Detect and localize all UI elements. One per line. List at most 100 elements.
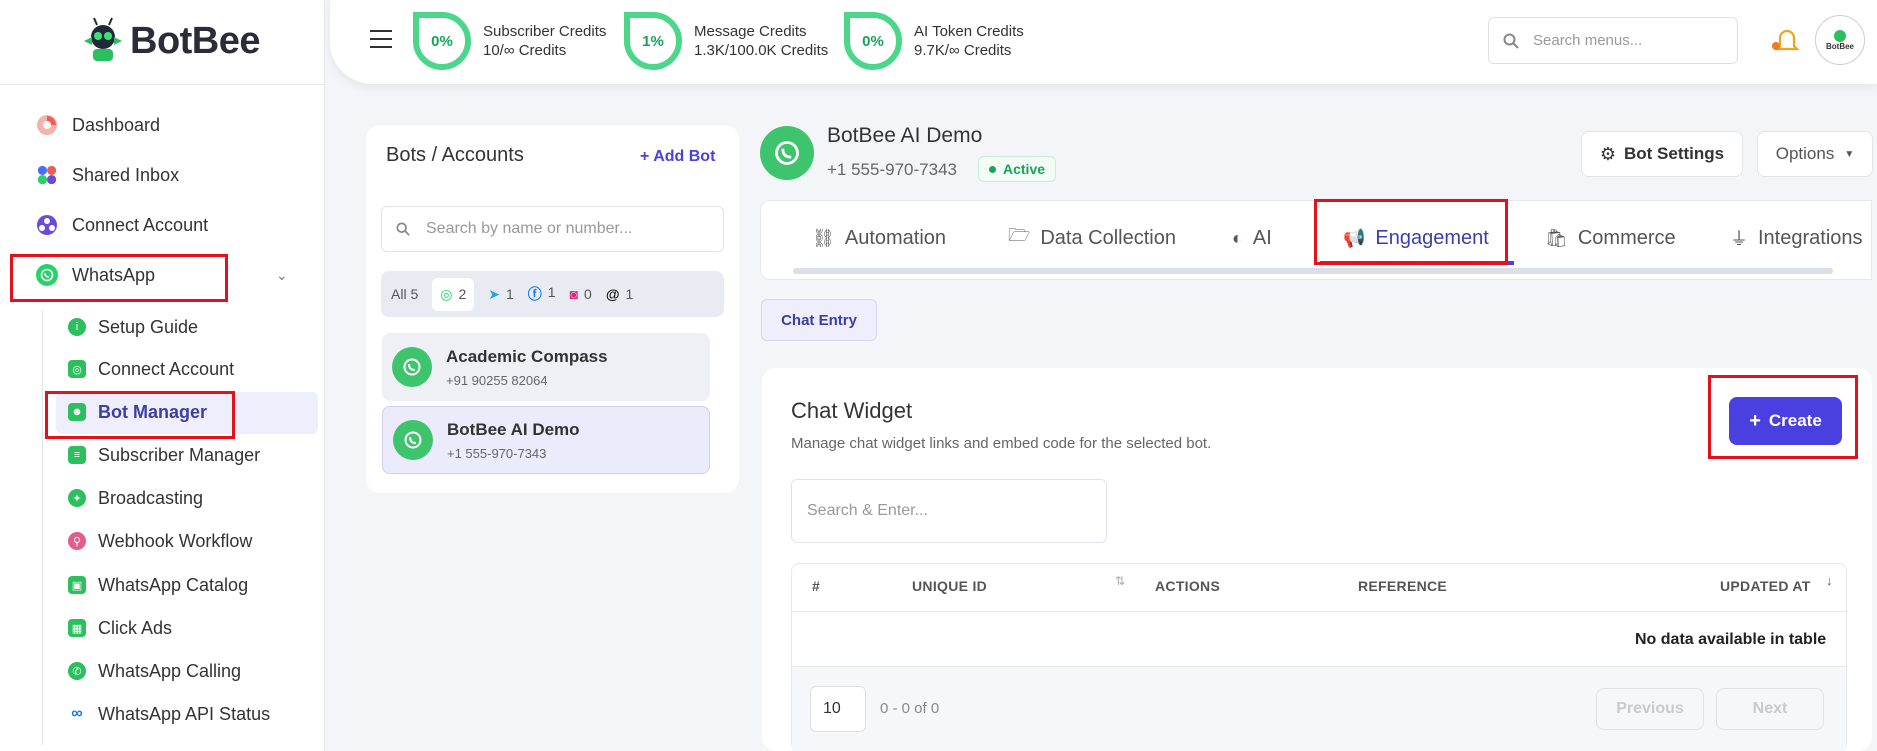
bag-icon: 🛍	[1545, 227, 1568, 248]
tab-data-collection[interactable]: 🗁 Data Collection	[1008, 218, 1176, 258]
page-size-select[interactable]: 10	[810, 686, 866, 732]
sort-icon[interactable]: ⇅	[1115, 574, 1125, 588]
create-button[interactable]: + Create	[1729, 397, 1842, 445]
status-label: Active	[1003, 161, 1046, 177]
column-header-reference[interactable]: REFERENCE	[1358, 578, 1447, 594]
bot-settings-button[interactable]: ⚙ Bot Settings	[1581, 131, 1743, 177]
bot-list-item[interactable]: Academic Compass +91 90255 82064	[382, 333, 710, 401]
brand-name: BotBee	[130, 19, 261, 62]
tab-automation[interactable]: ⛓ Automation	[812, 218, 946, 258]
sidebar-sub-label: WhatsApp Catalog	[98, 574, 249, 595]
hamburger-menu-icon[interactable]	[370, 30, 392, 48]
sidebar-item-connect-account[interactable]: Connect Account	[36, 208, 208, 242]
sidebar-sub-label: Click Ads	[98, 617, 173, 638]
sidebar-item-dashboard[interactable]: Dashboard	[36, 108, 160, 142]
filter-instagram[interactable]: ◙ 0	[570, 286, 592, 302]
filter-count: 1	[625, 286, 634, 302]
plug-icon: ⏚	[1730, 229, 1748, 249]
widget-search-input[interactable]: Search & Enter...	[791, 479, 1107, 543]
filter-threads[interactable]: @1	[606, 286, 633, 302]
sidebar-sub-label: Setup Guide	[98, 316, 199, 337]
credit-value: 1.3K/100.0K Credits	[694, 42, 829, 59]
sidebar-sub-connect-account[interactable]: ◎ Connect Account	[68, 353, 234, 385]
tab-scrollbar[interactable]	[793, 268, 1833, 274]
subtab-chat-entry[interactable]: Chat Entry	[761, 299, 877, 341]
sidebar-item-label: WhatsApp	[72, 264, 156, 285]
sidebar-sub-webhook-workflow[interactable]: ⚲ Webhook Workflow	[68, 525, 252, 557]
column-header-index[interactable]: #	[812, 578, 820, 594]
automation-icon: ⛓	[812, 227, 835, 248]
sidebar-sub-click-ads[interactable]: ▦ Click Ads	[68, 612, 172, 644]
avatar[interactable]: BotBee	[1815, 15, 1865, 65]
tab-engagement[interactable]: 📢 Engagement	[1343, 218, 1489, 258]
credit-message: 1% Message Credits 1.3K/100.0K Credits	[624, 12, 828, 70]
avatar-robot-icon	[1834, 29, 1846, 42]
options-label: Options	[1775, 144, 1835, 163]
notification-bell-icon[interactable]	[1772, 24, 1802, 61]
sidebar-sub-label: Bot Manager	[98, 401, 208, 422]
status-dot-icon	[989, 165, 996, 173]
filter-facebook[interactable]: ⓕ 1	[528, 284, 556, 304]
meta-icon: ∞	[71, 705, 83, 722]
credit-ai-token: 0% AI Token Credits 9.7K/∞ Credits	[844, 12, 1024, 70]
bot-settings-label: Bot Settings	[1624, 144, 1725, 163]
sidebar-sub-whatsapp-calling[interactable]: ✆ WhatsApp Calling	[68, 655, 241, 687]
sidebar-sub-subscriber-manager[interactable]: ≡ Subscriber Manager	[68, 439, 260, 471]
credit-ring: 1%	[624, 12, 682, 70]
tab-integrations[interactable]: ⏚ Integrations	[1730, 218, 1863, 258]
bee-robot-icon	[84, 17, 122, 61]
sidebar-sub-whatsapp-catalog[interactable]: ▣ WhatsApp Catalog	[68, 569, 248, 601]
column-header-actions[interactable]: ACTIONS	[1155, 578, 1220, 594]
whatsapp-icon	[36, 264, 58, 286]
shared-inbox-icon	[36, 164, 58, 186]
bots-title: Bots / Accounts	[386, 144, 524, 166]
widget-search-placeholder: Search & Enter...	[807, 502, 928, 519]
bot-list-item-selected[interactable]: BotBee AI Demo +1 555-970-7343	[382, 406, 710, 474]
active-tab-indicator	[1320, 261, 1514, 265]
brand-logo[interactable]: BotBee	[80, 16, 261, 66]
previous-button[interactable]: Previous	[1596, 688, 1704, 730]
sort-desc-icon[interactable]: ↓	[1826, 573, 1833, 588]
options-dropdown[interactable]: Options ▼	[1757, 131, 1873, 177]
sidebar-sub-label: Connect Account	[98, 358, 235, 379]
filter-all[interactable]: All 5	[391, 286, 418, 302]
catalog-icon: ▣	[68, 576, 86, 594]
column-header-unique-id[interactable]: UNIQUE ID	[912, 578, 987, 594]
connect-account-icon	[36, 214, 58, 236]
add-bot-button[interactable]: + Add Bot	[640, 148, 715, 166]
sidebar-item-whatsapp[interactable]: WhatsApp ⌄	[36, 258, 296, 292]
search-icon	[1503, 33, 1519, 49]
filter-count: 1	[505, 285, 514, 302]
search-placeholder: Search menus...	[1533, 32, 1643, 49]
filter-whatsapp[interactable]: ◎ 2	[432, 277, 475, 311]
sidebar-sub-setup-guide[interactable]: i Setup Guide	[68, 311, 198, 343]
sidebar-sub-bot-manager[interactable]: ☻ Bot Manager	[68, 396, 207, 428]
search-menus-input[interactable]: Search menus...	[1488, 17, 1738, 64]
credit-ring: 0%	[413, 12, 471, 70]
tab-label: Commerce	[1577, 226, 1676, 249]
subscriber-icon: ≡	[68, 446, 86, 464]
credit-title: Subscriber Credits	[483, 23, 607, 40]
bot-header-name: BotBee AI Demo	[827, 124, 983, 147]
filter-count: 0	[584, 286, 592, 302]
submenu-guide-line	[42, 310, 43, 745]
caret-down-icon: ▼	[1844, 148, 1855, 160]
add-bot-label: Add Bot	[653, 148, 716, 165]
bot-name: Academic Compass	[446, 346, 608, 366]
tab-ai[interactable]: ◐ AI	[1232, 218, 1272, 258]
filter-telegram[interactable]: ➤ 1	[488, 286, 514, 303]
bot-phone: +1 555-970-7343	[447, 445, 547, 461]
search-icon	[396, 222, 410, 236]
sidebar: BotBee Dashboard Shared Inbox Connect Ac…	[0, 0, 325, 751]
column-header-updated-at[interactable]: UPDATED AT	[1720, 578, 1811, 594]
next-button[interactable]: Next	[1716, 688, 1824, 730]
sidebar-sub-whatsapp-api-status[interactable]: ∞ WhatsApp API Status	[68, 698, 270, 730]
bot-search-input[interactable]: Search by name or number...	[381, 206, 724, 252]
sidebar-item-shared-inbox[interactable]: Shared Inbox	[36, 158, 179, 192]
pagination-info: 0 - 0 of 0	[880, 700, 940, 717]
calling-icon: ✆	[68, 662, 86, 680]
facebook-icon: ⓕ	[527, 286, 542, 302]
sidebar-sub-broadcasting[interactable]: ✦ Broadcasting	[68, 482, 203, 514]
tab-commerce[interactable]: 🛍 Commerce	[1545, 218, 1676, 258]
chevron-down-icon[interactable]: ⌄	[276, 267, 288, 284]
